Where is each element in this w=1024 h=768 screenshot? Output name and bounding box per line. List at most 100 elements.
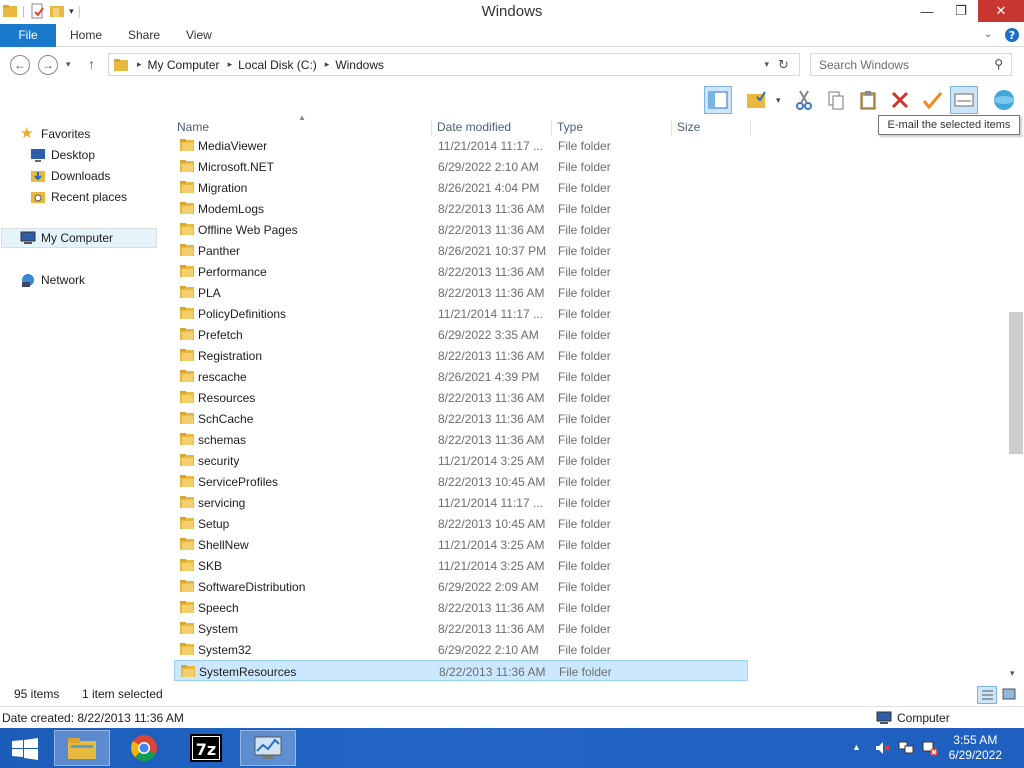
file-row[interactable]: PolicyDefinitions 11/21/2014 11:17 ... Fil… bbox=[174, 303, 748, 324]
file-row[interactable]: schemas 8/22/2013 11:36 AM File folder bbox=[174, 429, 748, 450]
scrollbar-thumb[interactable] bbox=[1009, 312, 1023, 454]
breadcrumb-separator[interactable]: ▸ bbox=[137, 59, 142, 70]
file-row[interactable]: Prefetch 6/29/2022 3:35 AM File folder bbox=[174, 324, 748, 345]
properties-button[interactable] bbox=[918, 86, 946, 114]
file-date: 8/26/2021 4:39 PM bbox=[438, 370, 540, 384]
file-row[interactable]: SoftwareDistribution 6/29/2022 2:09 AM Fil… bbox=[174, 576, 748, 597]
copy-icon bbox=[828, 91, 844, 110]
taskbar-7zip[interactable]: 7z bbox=[178, 730, 234, 766]
up-button[interactable]: ↑ bbox=[88, 56, 95, 72]
restore-button[interactable]: ❐ bbox=[944, 0, 978, 22]
show-hidden-icons[interactable]: ▲ bbox=[852, 742, 861, 752]
tab-file[interactable]: File bbox=[0, 24, 56, 47]
file-name: Offline Web Pages bbox=[198, 223, 298, 237]
file-name: security bbox=[198, 454, 240, 468]
file-type: File folder bbox=[558, 223, 611, 237]
scroll-down-icon[interactable]: ▾ bbox=[1010, 668, 1015, 679]
file-row[interactable]: ServiceProfiles 8/22/2013 10:45 AM File fo… bbox=[174, 471, 748, 492]
nav-favorites[interactable]: ★ Favorites bbox=[20, 124, 90, 144]
file-row[interactable]: ShellNew 11/21/2014 3:25 AM File folder bbox=[174, 534, 748, 555]
web-button[interactable] bbox=[990, 86, 1018, 114]
file-row[interactable]: SKB 11/21/2014 3:25 AM File folder bbox=[174, 555, 748, 576]
column-name[interactable]: Name bbox=[174, 120, 432, 136]
file-row[interactable]: Migration 8/26/2021 4:04 PM File folder bbox=[174, 177, 748, 198]
cut-button[interactable] bbox=[790, 86, 818, 114]
open-folder-button[interactable] bbox=[742, 86, 770, 114]
delete-button[interactable] bbox=[886, 86, 914, 114]
file-name: ServiceProfiles bbox=[198, 475, 279, 489]
file-name: Panther bbox=[198, 244, 241, 258]
search-icon[interactable]: ⚲ bbox=[994, 57, 1003, 71]
file-type: File folder bbox=[558, 160, 611, 174]
file-row[interactable]: Resources 8/22/2013 11:36 AM File folder bbox=[174, 387, 748, 408]
expand-ribbon-icon[interactable]: ⌄ bbox=[984, 29, 1000, 45]
details-view-button[interactable] bbox=[977, 686, 997, 704]
dropdown-icon[interactable]: ▾ bbox=[776, 95, 781, 106]
file-date: 6/29/2022 2:10 AM bbox=[438, 643, 539, 657]
paste-button[interactable] bbox=[854, 86, 882, 114]
help-icon[interactable]: ? bbox=[1004, 27, 1020, 43]
preview-pane-button[interactable] bbox=[704, 86, 732, 114]
taskbar-file-explorer[interactable] bbox=[54, 730, 110, 766]
file-row[interactable]: Performance 8/22/2013 11:36 AM File folder bbox=[174, 261, 748, 282]
file-row[interactable]: Speech 8/22/2013 11:36 AM File folder bbox=[174, 597, 748, 618]
file-row[interactable]: Registration 8/22/2013 11:36 AM File folde… bbox=[174, 345, 748, 366]
file-row[interactable]: rescache 8/26/2021 4:39 PM File folder bbox=[174, 366, 748, 387]
folder-icon bbox=[180, 286, 194, 298]
file-row[interactable]: PLA 8/22/2013 11:36 AM File folder bbox=[174, 282, 748, 303]
tab-share[interactable]: Share bbox=[128, 24, 160, 47]
start-button[interactable] bbox=[12, 738, 38, 760]
file-row[interactable]: System32 6/29/2022 2:10 AM File folder bbox=[174, 639, 748, 660]
back-button[interactable]: ← bbox=[10, 55, 30, 75]
file-row[interactable]: Setup 8/22/2013 10:45 AM File folder bbox=[174, 513, 748, 534]
file-row[interactable]: ModemLogs 8/22/2013 11:36 AM File folder bbox=[174, 198, 748, 219]
column-date-modified[interactable]: Date modified bbox=[434, 120, 552, 136]
minimize-button[interactable]: — bbox=[910, 0, 944, 22]
file-date: 8/22/2013 11:36 AM bbox=[438, 286, 545, 300]
file-row[interactable]: System 8/22/2013 11:36 AM File folder bbox=[174, 618, 748, 639]
search-input[interactable]: Search Windows ⚲ bbox=[810, 53, 1012, 76]
nav-my-computer[interactable]: My Computer bbox=[1, 228, 157, 248]
system-clock[interactable]: 3:55 AM 6/29/2022 bbox=[949, 733, 1002, 763]
large-icons-view-button[interactable] bbox=[1000, 686, 1020, 704]
file-type: File folder bbox=[558, 244, 611, 258]
tab-home[interactable]: Home bbox=[70, 24, 102, 47]
folder-icon bbox=[180, 391, 194, 403]
file-row[interactable]: SchCache 8/22/2013 11:36 AM File folder bbox=[174, 408, 748, 429]
breadcrumb-windows[interactable]: Windows bbox=[335, 58, 384, 72]
file-row[interactable]: servicing 11/21/2014 11:17 ... File folder bbox=[174, 492, 748, 513]
nav-network[interactable]: Network bbox=[20, 270, 85, 290]
volume-muted-icon[interactable] bbox=[874, 740, 890, 756]
file-row[interactable]: Offline Web Pages 8/22/2013 11:36 AM File … bbox=[174, 219, 748, 240]
file-type: File folder bbox=[558, 412, 611, 426]
tab-view[interactable]: View bbox=[186, 24, 212, 47]
nav-desktop[interactable]: Desktop bbox=[30, 145, 95, 165]
nav-downloads[interactable]: Downloads bbox=[30, 166, 110, 186]
taskbar-chrome[interactable] bbox=[116, 730, 172, 766]
refresh-icon[interactable]: ↻ bbox=[778, 57, 789, 73]
taskbar-performance-monitor[interactable] bbox=[240, 730, 296, 766]
file-row[interactable]: Panther 8/26/2021 10:37 PM File folder bbox=[174, 240, 748, 261]
network-status-icon[interactable] bbox=[898, 740, 914, 756]
breadcrumb-local-disk[interactable]: Local Disk (C:) bbox=[238, 58, 317, 72]
forward-button[interactable]: → bbox=[38, 55, 58, 75]
close-button[interactable]: ✕ bbox=[978, 0, 1024, 22]
column-size[interactable]: Size bbox=[674, 120, 751, 136]
recent-locations-icon[interactable]: ▾ bbox=[66, 59, 71, 70]
breadcrumb-separator[interactable]: ▸ bbox=[325, 59, 330, 70]
file-row[interactable]: SystemResources 8/22/2013 11:36 AM File fo… bbox=[174, 660, 748, 681]
file-name: Prefetch bbox=[198, 328, 243, 342]
file-row[interactable]: security 11/21/2014 3:25 AM File folder bbox=[174, 450, 748, 471]
column-type[interactable]: Type bbox=[554, 120, 672, 136]
copy-button[interactable] bbox=[822, 86, 850, 114]
file-type: File folder bbox=[558, 622, 611, 636]
email-button[interactable] bbox=[950, 86, 978, 114]
breadcrumb-separator[interactable]: ▸ bbox=[228, 59, 233, 70]
nav-recent-places[interactable]: Recent places bbox=[30, 187, 127, 207]
file-row[interactable]: MediaViewer 11/21/2014 11:17 ... File fold… bbox=[174, 135, 748, 156]
address-dropdown-icon[interactable]: ▾ bbox=[764, 59, 769, 70]
breadcrumb-my-computer[interactable]: My Computer bbox=[148, 58, 220, 72]
action-center-icon[interactable] bbox=[922, 740, 938, 756]
file-row[interactable]: Microsoft.NET 6/29/2022 2:10 AM File folde… bbox=[174, 156, 748, 177]
address-box[interactable]: ▸ My Computer ▸ Local Disk (C:) ▸ Window… bbox=[108, 53, 800, 76]
